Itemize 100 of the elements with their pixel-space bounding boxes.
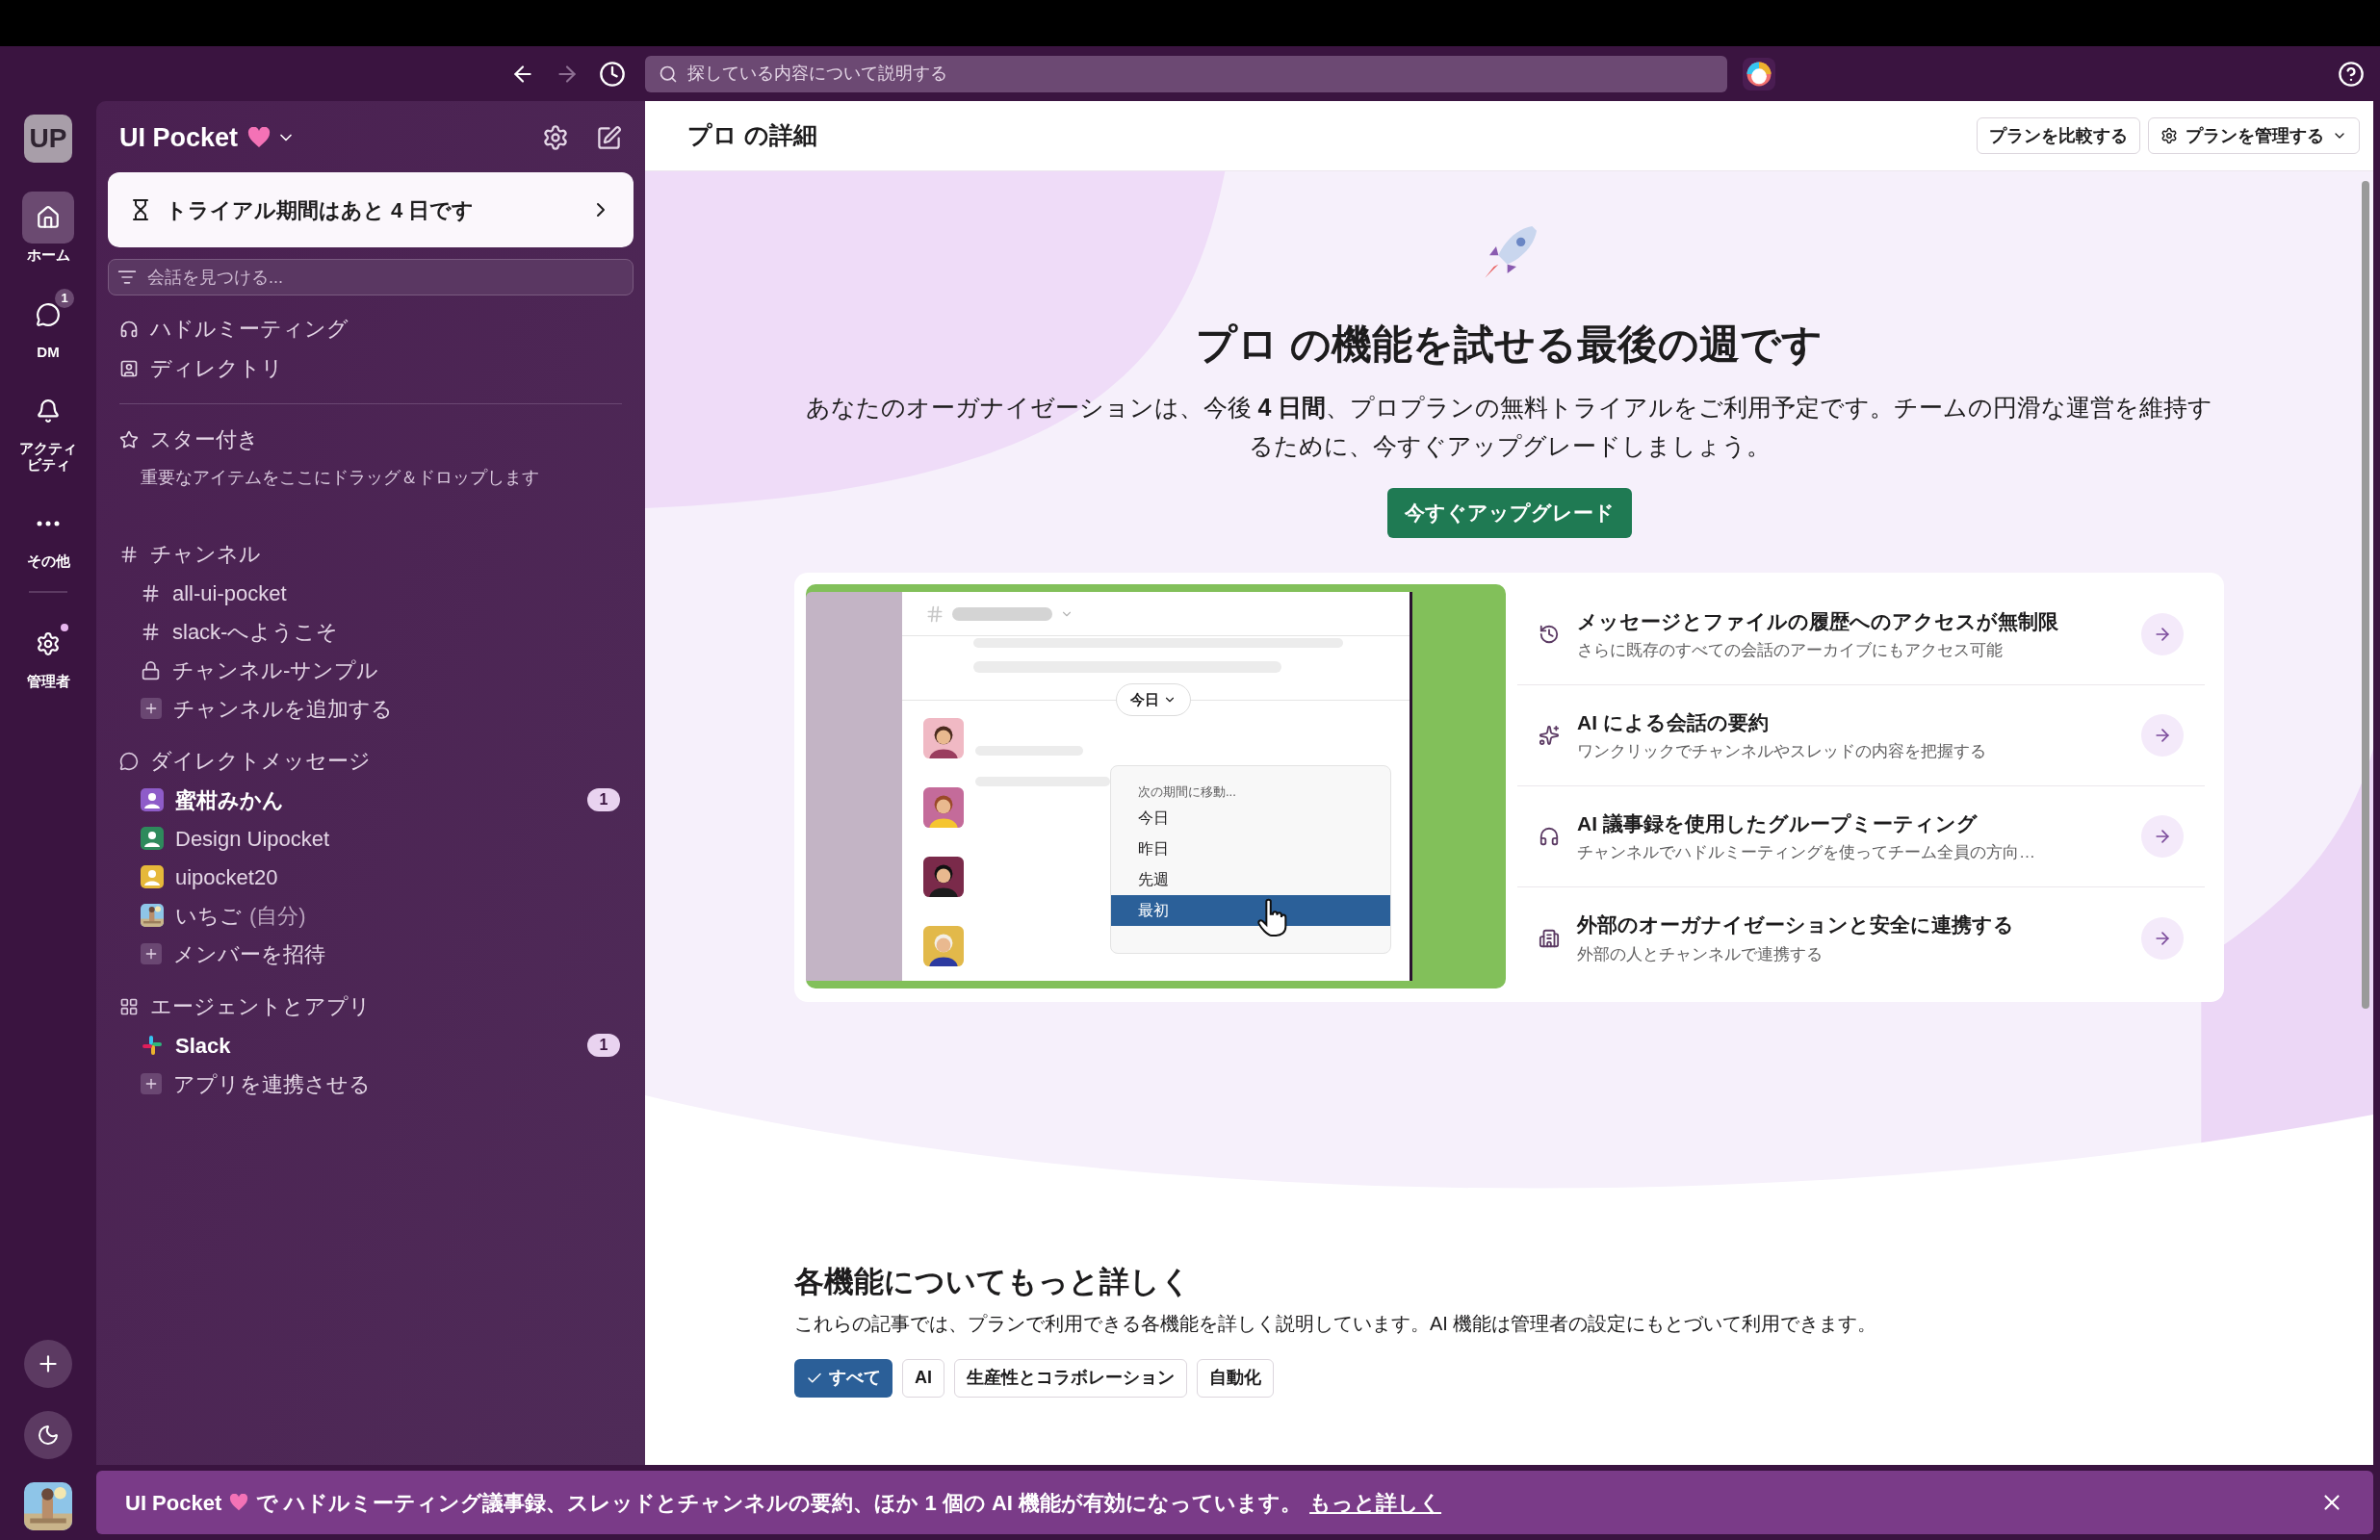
upgrade-button[interactable]: 今すぐアップグレード: [1386, 488, 1632, 538]
rail-label: その他: [25, 553, 71, 570]
plus-icon: [141, 698, 162, 719]
sidebar-item[interactable]: メンバーを招待: [108, 935, 634, 973]
sidebar-item[interactable]: uipocket20: [108, 858, 634, 896]
person-icon: [923, 857, 964, 897]
rail-button[interactable]: 1: [22, 288, 74, 341]
heart-icon: [247, 127, 272, 148]
person-icon: [923, 926, 964, 966]
rail-label: アクティビティ: [18, 441, 78, 473]
banner-text: で ハドルミーティング議事録、スレッドとチャンネルの要約、ほか 1 個の AI 機能が有効になっています。: [256, 1489, 1303, 1517]
item-suffix: (自分): [249, 902, 306, 930]
headphones-icon: [119, 319, 139, 339]
feature-title: AI による会話の要約: [1577, 709, 1770, 735]
avatar-icon[interactable]: [1743, 57, 1775, 90]
settings-icon: [2160, 127, 2178, 144]
section-header[interactable]: エージェントとアプリ: [108, 987, 634, 1026]
menu-option[interactable]: 最初: [1111, 895, 1390, 926]
sidebar-item[interactable]: slack-へようこそ: [108, 612, 634, 651]
menu-option[interactable]: 今日: [1111, 803, 1390, 834]
unread-badge: 1: [587, 788, 620, 811]
plus-icon: [141, 1073, 162, 1094]
feature-row[interactable]: 外部のオーガナイゼーションと安全に連携する 外部の人とチャンネルで連携する: [1517, 887, 2205, 988]
sidebar-item[interactable]: Design Uipocket: [108, 819, 634, 858]
headphones-icon: [1539, 826, 1560, 847]
item-label: チャンネルを追加する: [173, 695, 393, 723]
scrollbar[interactable]: [2362, 181, 2369, 1009]
sidebar-item[interactable]: 蜜柑みかん 1: [108, 781, 634, 819]
feature-text: さらに既存のすべての会話のアーカイブにもアクセス可能: [1577, 640, 2004, 661]
help-icon[interactable]: [2338, 60, 2365, 88]
starred-hint: 重要なアイテムをここにドラッグ＆ドロップします: [140, 466, 540, 489]
lock-icon: [141, 659, 161, 680]
section-header[interactable]: スター付き: [108, 420, 634, 459]
search-icon: [659, 64, 678, 84]
section-header[interactable]: チャンネル: [108, 534, 634, 574]
settings-icon: [36, 630, 61, 656]
rail-label: 管理者: [25, 673, 71, 689]
filter-chip[interactable]: すべて: [794, 1358, 892, 1398]
sidebar-item[interactable]: Slack 1: [108, 1026, 634, 1065]
feature-text: ワンクリックでチャンネルやスレッドの内容を把握する: [1577, 741, 1987, 762]
item-label: メンバーを招待: [173, 940, 325, 968]
sidebar-item[interactable]: ハドルミーティング: [108, 309, 634, 348]
sidebar-item[interactable]: all-ui-pocket: [108, 574, 634, 612]
section-text: これらの記事では、プランで利用できる各機能を詳しく説明しています。AI 機能は管理者の設定にもとづいて利用できます。: [794, 1311, 1878, 1336]
item-label: アプリを連携させる: [173, 1070, 371, 1098]
chat-icon: [36, 301, 61, 327]
page-title: プロ の詳細: [687, 120, 817, 151]
filter-icon: [117, 268, 137, 287]
hero-text: あなたのオーガナイゼーションは、今後 4 日間、プロプランの無料トライアルをご利用予定です。チームの円滑な運営を維持するために、今すぐアップグレードしましょう。: [804, 393, 2214, 461]
item-label: all-ui-pocket: [172, 579, 287, 607]
trial-banner[interactable]: トライアル期間はあと 4 日です: [108, 172, 634, 247]
building-icon: [1539, 927, 1560, 949]
hash-icon: [925, 603, 944, 624]
sidebar-item[interactable]: アプリを連携させる: [108, 1065, 634, 1103]
person-icon: [923, 718, 964, 758]
item-label: チャンネル-サンプル: [172, 656, 379, 684]
plan-button[interactable]: プランを比較する: [1977, 117, 2140, 154]
add-button[interactable]: [24, 1340, 72, 1388]
history-icon[interactable]: [599, 60, 626, 88]
hash-icon: [141, 582, 161, 603]
chip-label: 今日: [1130, 689, 1159, 709]
section-title: 各機能についてもっと詳しく: [794, 1264, 1192, 1300]
rail-button[interactable]: [22, 192, 74, 244]
filter-chip[interactable]: AI: [902, 1358, 944, 1398]
item-label: Design Uipocket: [175, 825, 330, 853]
plus-icon: [141, 943, 162, 964]
workspace-name[interactable]: UI Pocket: [119, 117, 239, 158]
hash-icon: [141, 621, 161, 642]
find-field[interactable]: 会話を見つける...: [108, 259, 634, 295]
workspace-icon[interactable]: UP: [24, 115, 72, 163]
plan-button[interactable]: プランを管理する: [2148, 117, 2360, 154]
feature-title: 外部のオーガナイゼーションと安全に連携する: [1577, 912, 2015, 937]
unread-badge: 1: [55, 288, 74, 308]
learn-more-link[interactable]: もっと詳しく: [1309, 1486, 1442, 1519]
feature-title: AI 議事録を使用したグループミーティング: [1577, 810, 1979, 836]
item-label: slack-へようこそ: [172, 618, 339, 646]
sidebar-item[interactable]: ディレクトリ: [108, 348, 634, 388]
menu-option[interactable]: 先週: [1111, 864, 1390, 895]
sidebar-item[interactable]: いちご (自分): [108, 896, 634, 935]
item-label: いちご: [175, 902, 242, 930]
item-label: Slack: [175, 1032, 231, 1060]
person-icon: [923, 787, 964, 828]
settings-icon[interactable]: [542, 124, 569, 151]
feature-row[interactable]: AI 議事録を使用したグループミーティング チャンネルでハドルミーティングを使ってチーム全員の方向…: [1517, 786, 2205, 887]
unread-badge: 1: [587, 1034, 620, 1057]
rail-label: ホーム: [25, 247, 71, 264]
menu-option[interactable]: 昨日: [1111, 834, 1390, 864]
item-label: 蜜柑みかん: [175, 786, 284, 814]
section-header[interactable]: ダイレクトメッセージ: [108, 741, 634, 781]
feature-text: チャンネルでハドルミーティングを使ってチーム全員の方向…: [1577, 842, 2036, 863]
feature-row[interactable]: メッセージとファイルの履歴へのアクセスが無制限 さらに既存のすべての会話のアーカイブにもアクセス可能: [1517, 584, 2205, 685]
hash-icon: [119, 544, 139, 564]
search-field[interactable]: 探している内容について説明する: [645, 55, 1727, 92]
sidebar-item[interactable]: チャンネル-サンプル: [108, 651, 634, 689]
filter-chip[interactable]: 生産性とコラボレーション: [954, 1358, 1187, 1398]
compose-icon[interactable]: [596, 124, 622, 151]
sidebar-item[interactable]: チャンネルを追加する: [108, 689, 634, 728]
feature-row[interactable]: AI による会話の要約 ワンクリックでチャンネルやスレッドの内容を把握する: [1517, 685, 2205, 786]
filter-chip[interactable]: 自動化: [1197, 1358, 1274, 1398]
theme-button[interactable]: [24, 1411, 72, 1459]
